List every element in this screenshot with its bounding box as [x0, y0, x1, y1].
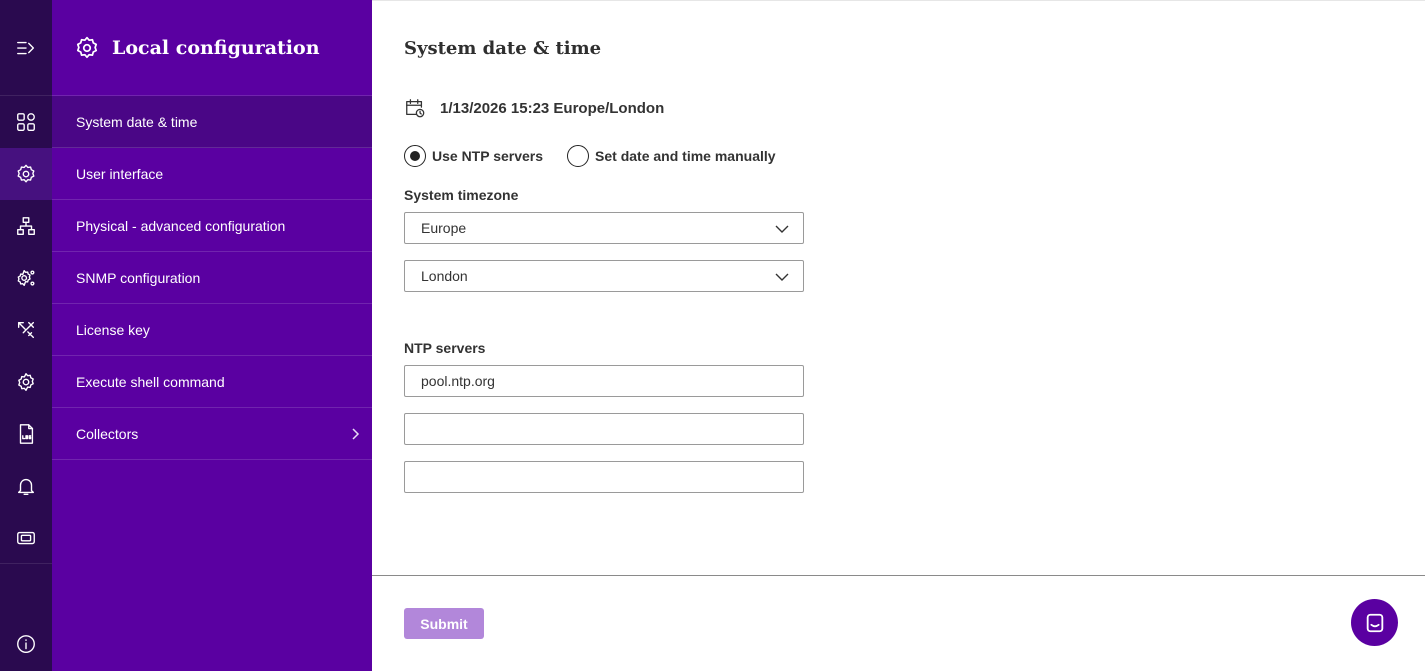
ntp-server-input-1[interactable]: pool.ntp.org — [404, 365, 804, 397]
rail-item-info[interactable] — [0, 618, 52, 670]
main-content: System date & time 1/13/2026 15:23 Europ… — [372, 0, 1425, 671]
ticket-icon — [17, 531, 35, 545]
bell-icon — [17, 478, 35, 495]
nav-item-execute-shell-command[interactable]: Execute shell command — [52, 356, 372, 408]
nav-item-label: Physical - advanced configuration — [76, 218, 286, 234]
nav-item-system-date-time[interactable]: System date & time — [52, 96, 372, 148]
ntp-server-input-2[interactable] — [404, 413, 804, 445]
rail-item-settings[interactable] — [0, 252, 52, 304]
nav-item-label: Execute shell command — [76, 374, 225, 390]
nav-item-snmp-configuration[interactable]: SNMP configuration — [52, 252, 372, 304]
expand-menu-icon — [17, 41, 35, 55]
nav-item-collectors[interactable]: Collectors — [52, 408, 372, 460]
rail-item-config[interactable] — [0, 356, 52, 408]
icon-rail — [0, 0, 52, 671]
local-configuration-panel: Local configuration System date & time U… — [52, 0, 372, 671]
rail-item-logs[interactable] — [0, 408, 52, 460]
panel-title: Local configuration — [112, 37, 320, 59]
nav-item-label: User interface — [76, 166, 164, 182]
radio-circle-selected[interactable] — [404, 145, 426, 167]
log-file-icon — [19, 424, 34, 444]
nav-item-label: Collectors — [76, 426, 139, 442]
expand-menu-button[interactable] — [0, 22, 52, 74]
nav-item-user-interface[interactable]: User interface — [52, 148, 372, 200]
calendar-clock-icon — [406, 99, 425, 118]
chat-icon — [1366, 613, 1383, 632]
page-title: System date & time — [404, 38, 602, 59]
rail-item-tickets[interactable] — [0, 512, 52, 564]
chevron-right-icon — [352, 428, 360, 440]
timezone-city-value: London — [421, 268, 468, 284]
chevron-down-icon — [775, 273, 789, 281]
cog-icon — [18, 373, 34, 391]
chevron-down-icon — [775, 225, 789, 233]
submit-button[interactable]: Submit — [404, 608, 484, 639]
dashboard-grid-icon — [17, 113, 35, 131]
tools-icon — [17, 321, 35, 339]
nav-item-license-key[interactable]: License key — [52, 304, 372, 356]
rail-item-notifications[interactable] — [0, 460, 52, 512]
chat-button[interactable] — [1351, 599, 1398, 646]
radio-use-ntp-servers[interactable]: Use NTP servers — [404, 145, 543, 167]
radio-label: Use NTP servers — [432, 148, 544, 164]
ntp-server-input-3[interactable] — [404, 461, 804, 493]
nav-item-label: System date & time — [76, 114, 198, 130]
timezone-region-select[interactable]: Europe — [404, 212, 804, 244]
rail-item-network[interactable] — [0, 200, 52, 252]
current-datetime-text: 1/13/2026 15:23 Europe/London — [440, 99, 665, 117]
network-topology-icon — [17, 217, 35, 235]
ntp-servers-label: NTP servers — [404, 340, 486, 356]
gear-settings-icon — [17, 269, 35, 287]
nav-item-label: License key — [76, 322, 150, 338]
timezone-label: System timezone — [404, 187, 519, 203]
radio-circle[interactable] — [567, 145, 590, 167]
nav-item-physical-advanced-configuration[interactable]: Physical - advanced configuration — [52, 200, 372, 252]
settings-gear-icon — [76, 36, 98, 59]
nav-item-label: SNMP configuration — [76, 270, 201, 286]
radio-set-manually[interactable]: Set date and time manually — [567, 145, 776, 167]
rail-item-tools[interactable] — [0, 304, 52, 356]
info-icon — [17, 635, 35, 653]
timezone-city-select[interactable]: London — [404, 260, 804, 292]
panel-header: Local configuration — [52, 0, 372, 96]
footer-divider — [372, 575, 1425, 576]
settings-gear-icon — [17, 164, 35, 183]
rail-item-local-configuration[interactable] — [0, 148, 52, 200]
current-datetime: 1/13/2026 15:23 Europe/London — [404, 97, 664, 119]
ntp-server-value: pool.ntp.org — [421, 373, 495, 389]
timezone-region-value: Europe — [421, 220, 467, 236]
time-source-radio-group: Use NTP servers Set date and time manual… — [404, 145, 800, 167]
radio-label: Set date and time manually — [595, 148, 776, 164]
rail-item-dashboard[interactable] — [0, 96, 52, 148]
